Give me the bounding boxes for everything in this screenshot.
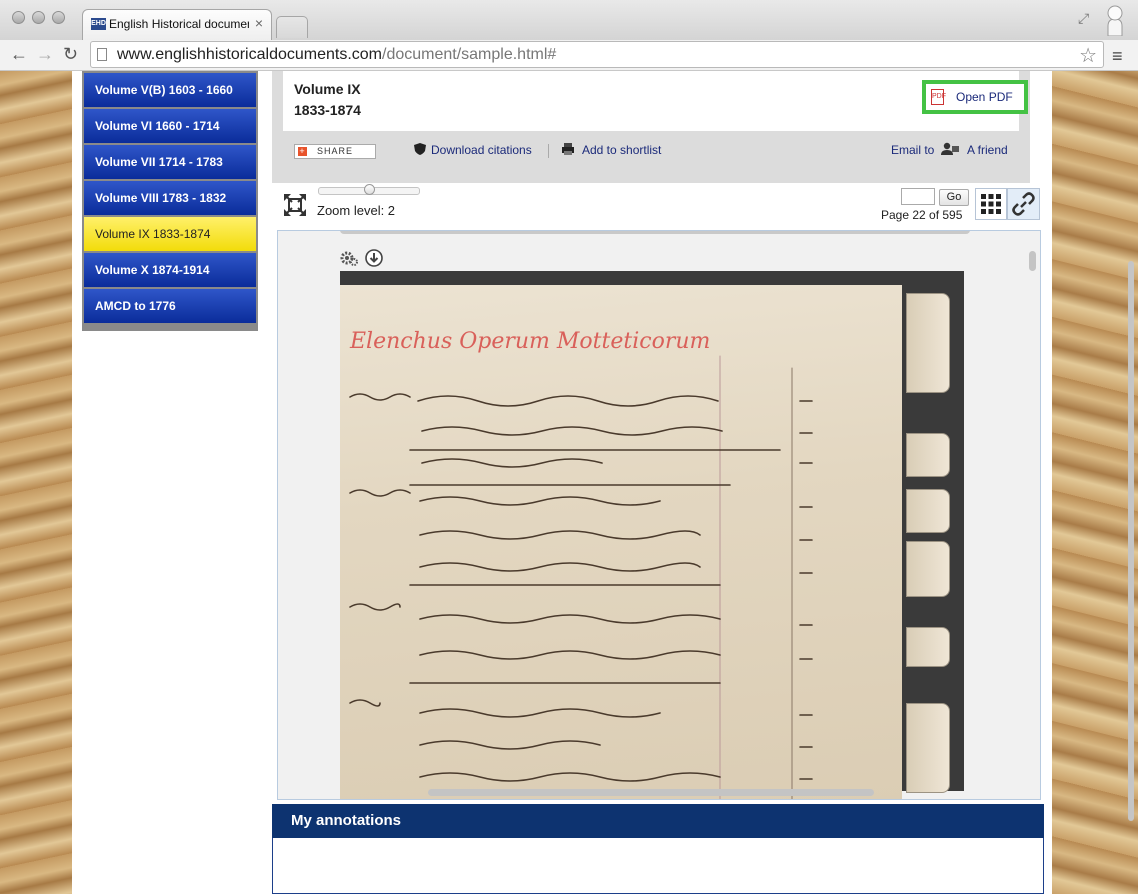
document-viewer[interactable]: Elenchus Operum Motteticorum <box>277 230 1041 800</box>
open-pdf-button[interactable]: PDF Open PDF <box>922 80 1028 114</box>
tab-close-icon[interactable]: × <box>255 15 263 31</box>
zoom-window-button[interactable] <box>52 11 65 24</box>
pdf-icon: PDF <box>931 89 946 105</box>
manuscript-handwriting <box>349 355 813 799</box>
manuscript-tab <box>906 541 950 597</box>
document-volume-title: Volume IX <box>294 81 361 97</box>
sidebar-item-amcd[interactable]: AMCD to 1776 <box>84 289 256 323</box>
email-to-label: Email to <box>891 143 935 157</box>
close-window-button[interactable] <box>12 11 25 24</box>
browser-menu-icon[interactable]: ≡ <box>1112 46 1123 67</box>
address-bar[interactable]: www.englishhistoricaldocuments.com/docum… <box>90 41 1104 68</box>
forward-arrow-icon[interactable]: → <box>36 43 54 65</box>
ehd-favicon-icon: EHD <box>91 18 106 30</box>
annotations-panel: My annotations <box>272 804 1044 894</box>
browser-toolbar: ← → ↻ www.englishhistoricaldocuments.com… <box>0 40 1138 71</box>
manuscript-tab <box>906 489 950 533</box>
manuscript-background-left <box>0 71 72 894</box>
back-arrow-icon[interactable]: ← <box>10 43 28 65</box>
url-text: www.englishhistoricaldocuments.com/docum… <box>117 46 557 63</box>
previous-page-edge <box>340 231 970 234</box>
download-citations-link[interactable]: Download citations <box>431 143 532 157</box>
gear-icon[interactable] <box>340 249 358 267</box>
manuscript-background-right <box>1052 71 1138 894</box>
grid-icon <box>981 194 1001 214</box>
profile-icon[interactable] <box>1104 4 1126 37</box>
open-pdf-label: Open PDF <box>956 90 1013 104</box>
grid-view-button[interactable] <box>975 188 1007 220</box>
add-to-shortlist-link[interactable]: Add to shortlist <box>582 143 661 157</box>
email-a-friend-link[interactable]: A friend <box>967 143 1008 157</box>
bookmark-star-icon[interactable]: ☆ <box>1079 43 1097 68</box>
share-plus-icon: + <box>298 146 307 156</box>
tab-title: English Historical documen <box>109 17 249 31</box>
printer-icon <box>562 143 574 155</box>
page-status: Page 22 of 595 <box>881 208 963 222</box>
fullscreen-icon[interactable]: ⤢ <box>1078 10 1089 27</box>
zoom-level-label: Zoom level: 2 <box>317 203 396 218</box>
browser-tab[interactable]: EHD English Historical documen × <box>82 9 272 41</box>
volume-sidebar: Volume V(B) 1603 - 1660 Volume VI 1660 -… <box>82 71 258 331</box>
sidebar-item-volume-ix[interactable]: Volume IX 1833-1874 <box>84 217 256 251</box>
page-icon <box>97 48 107 61</box>
manuscript-tab <box>906 703 950 793</box>
manuscript-paper: Elenchus Operum Motteticorum <box>340 285 902 799</box>
separator <box>548 144 549 158</box>
share-button[interactable]: + SHARE <box>294 144 376 159</box>
annotations-title: My annotations <box>291 812 402 829</box>
zoom-slider-handle[interactable] <box>364 184 375 195</box>
manuscript-tab <box>906 293 950 393</box>
document-years: 1833-1874 <box>294 102 361 118</box>
sidebar-item-volume-vii[interactable]: Volume VII 1714 - 1783 <box>84 145 256 179</box>
zoom-slider[interactable] <box>318 184 420 195</box>
new-tab-button[interactable] <box>276 16 308 38</box>
vertical-scrollbar[interactable] <box>1029 251 1036 271</box>
annotations-header: My annotations <box>272 804 1044 838</box>
person-icon <box>941 142 959 155</box>
horizontal-scrollbar[interactable] <box>428 789 874 796</box>
sidebar-item-volume-vb[interactable]: Volume V(B) 1603 - 1660 <box>84 73 256 107</box>
document-header: Volume IX 1833-1874 PDF Open PDF <box>283 71 1028 131</box>
manuscript-tab <box>906 627 950 667</box>
manuscript-tab <box>906 433 950 477</box>
expand-icon[interactable] <box>283 193 307 217</box>
permalink-button[interactable] <box>1007 188 1040 220</box>
link-icon <box>1012 192 1035 216</box>
reload-icon[interactable]: ↻ <box>63 43 78 65</box>
go-button[interactable]: Go <box>939 189 969 206</box>
document-action-bar: + SHARE Download citations Add to shortl… <box>283 131 1019 171</box>
sidebar-item-volume-x[interactable]: Volume X 1874-1914 <box>84 253 256 287</box>
minimize-window-button[interactable] <box>32 11 45 24</box>
shield-icon <box>414 143 426 155</box>
manuscript-page-tabs <box>902 293 956 793</box>
page-number-input[interactable] <box>901 188 935 205</box>
browser-titlebar: EHD English Historical documen × ⤢ <box>0 0 1138 41</box>
document-panel: Volume IX 1833-1874 PDF Open PDF + SHARE… <box>272 71 1030 183</box>
share-label: SHARE <box>317 146 354 156</box>
sidebar-item-volume-viii[interactable]: Volume VIII 1783 - 1832 <box>84 181 256 215</box>
manuscript-page-image: Elenchus Operum Motteticorum <box>340 271 964 799</box>
sidebar-item-volume-vi[interactable]: Volume VI 1660 - 1714 <box>84 109 256 143</box>
download-icon[interactable] <box>365 249 383 267</box>
